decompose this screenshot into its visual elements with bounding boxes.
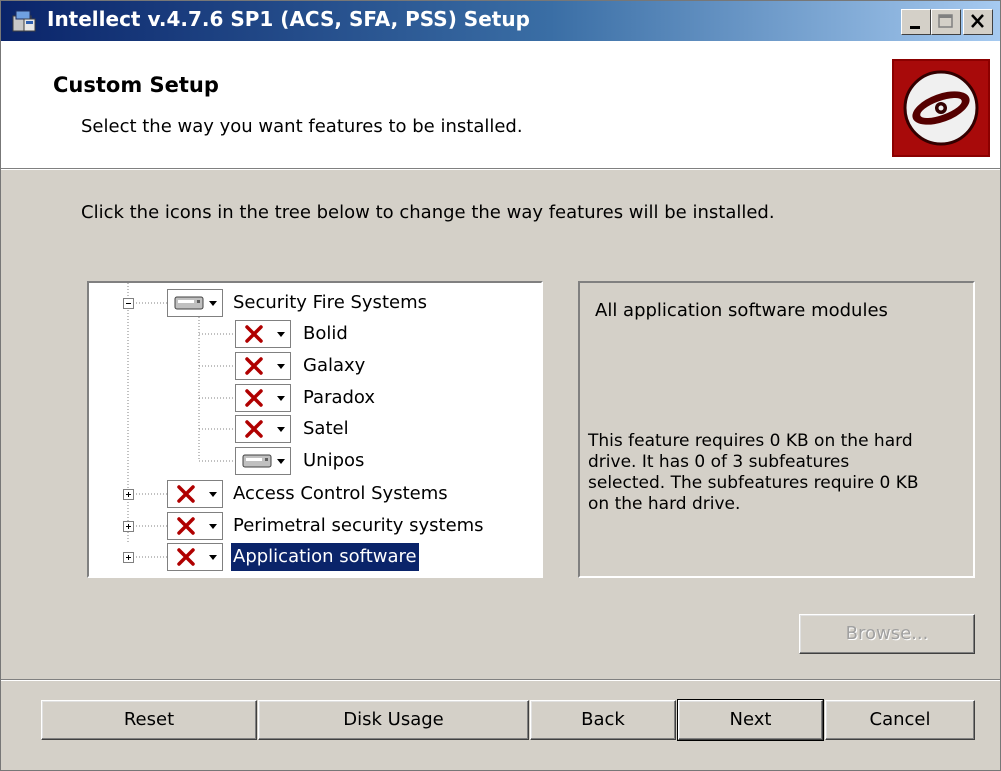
maximize-icon (938, 14, 953, 28)
reset-button[interactable]: Reset (41, 700, 257, 740)
tree-node-label[interactable]: Application software (231, 543, 419, 571)
tree-node-label[interactable]: Unipos (301, 447, 366, 475)
feature-description-title: All application software modules (595, 300, 888, 321)
feature-unavailable-icon[interactable] (167, 480, 223, 508)
tree-node-label[interactable]: Satel (301, 415, 351, 443)
tree-node-label[interactable]: Galaxy (301, 352, 367, 380)
feature-unavailable-icon[interactable] (235, 384, 291, 412)
tree-node-label[interactable]: Perimetral security systems (231, 512, 486, 540)
feature-unavailable-icon[interactable] (235, 415, 291, 443)
tree-node-label[interactable]: Access Control Systems (231, 480, 450, 508)
feature-unavailable-icon[interactable] (167, 543, 223, 571)
maximize-button[interactable] (931, 9, 961, 35)
browse-button[interactable]: Browse... (799, 614, 975, 654)
setup-window: Intellect v.4.7.6 SP1 (ACS, SFA, PSS) Se… (0, 0, 1001, 771)
tree-node-label[interactable]: Paradox (301, 384, 377, 412)
footer-divider (1, 679, 1000, 681)
expand-icon[interactable] (123, 489, 134, 500)
window-title: Intellect v.4.7.6 SP1 (ACS, SFA, PSS) Se… (47, 7, 530, 31)
header-banner: Custom Setup Select the way you want fea… (1, 41, 1000, 168)
feature-local-drive-icon[interactable] (235, 447, 291, 475)
feature-tree[interactable]: Security Fire Systems Bolid Galaxy Paradox S… (87, 281, 543, 578)
minimize-button[interactable] (901, 9, 931, 35)
cancel-button[interactable]: Cancel (825, 700, 975, 740)
page-title: Custom Setup (53, 73, 219, 97)
cd-disc-icon (892, 59, 990, 157)
expand-icon[interactable] (123, 552, 134, 563)
feature-unavailable-icon[interactable] (167, 512, 223, 540)
feature-description-body: This feature requires 0 KB on the hard d… (588, 431, 919, 514)
back-button[interactable]: Back (530, 700, 676, 740)
feature-unavailable-icon[interactable] (235, 320, 291, 348)
feature-description-panel: All application software modules This fe… (578, 281, 975, 578)
collapse-icon[interactable] (123, 298, 134, 309)
feature-local-drive-icon[interactable] (167, 289, 223, 317)
tree-node-label[interactable]: Security Fire Systems (231, 289, 429, 317)
close-icon (971, 14, 984, 28)
expand-icon[interactable] (123, 521, 134, 532)
instruction-text: Click the icons in the tree below to cha… (81, 202, 775, 223)
minimize-icon (910, 26, 920, 29)
next-button[interactable]: Next (677, 699, 824, 741)
title-bar[interactable]: Intellect v.4.7.6 SP1 (ACS, SFA, PSS) Se… (1, 1, 1000, 41)
header-divider (1, 168, 1000, 170)
feature-unavailable-icon[interactable] (235, 352, 291, 380)
page-subtitle: Select the way you want features to be i… (81, 116, 523, 137)
disk-usage-button[interactable]: Disk Usage (258, 700, 529, 740)
setup-icon (10, 7, 38, 35)
tree-node-label[interactable]: Bolid (301, 320, 350, 348)
close-button[interactable] (963, 9, 993, 35)
